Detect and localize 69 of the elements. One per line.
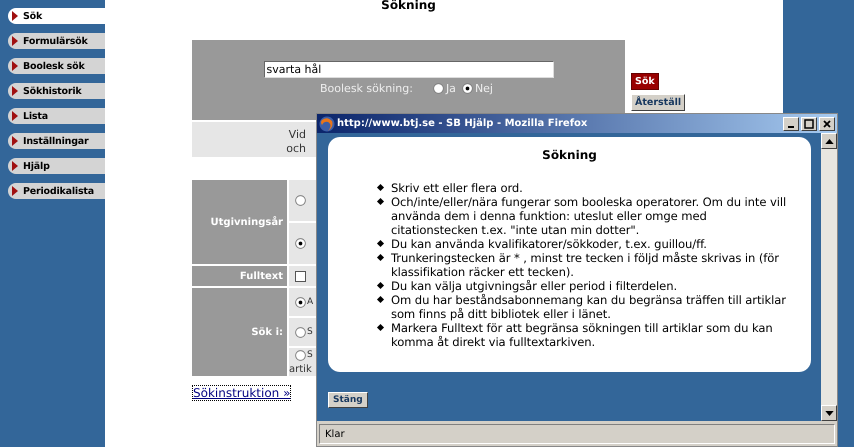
- radio-button[interactable]: [295, 195, 306, 206]
- bullet-icon: [376, 184, 384, 192]
- filter-label: Sök i:: [192, 288, 287, 376]
- maximize-icon: [804, 118, 814, 128]
- sidebar-item[interactable]: Periodikalista: [8, 183, 105, 199]
- minimize-button[interactable]: [783, 116, 799, 130]
- reset-button[interactable]: Återställ: [631, 94, 686, 111]
- radio-button[interactable]: [462, 83, 473, 94]
- maximize-button[interactable]: [801, 116, 817, 130]
- radio-label: Nej: [474, 82, 493, 95]
- radio-button[interactable]: [295, 296, 306, 308]
- help-text: Om du har beståndsabonnemang kan du begränsa träffen till artiklar som finns på ditt bibliotek eller i länet.: [391, 293, 787, 321]
- sidebar-item[interactable]: Sökhistorik: [8, 83, 105, 99]
- browser-logo-icon: [319, 116, 335, 132]
- triangle-icon: [12, 11, 18, 21]
- help-heading: Sökning: [541, 148, 598, 162]
- scroll-up-icon[interactable]: [821, 133, 837, 149]
- triangle-icon: [12, 36, 18, 46]
- help-text: Du kan välja utgivningsår eller period i filterdelen.: [391, 279, 678, 293]
- search-field[interactable]: svarta hål: [264, 61, 554, 78]
- checkbox[interactable]: [295, 270, 306, 282]
- help-text: Och/inte/eller/nära fungerar som booleska operatorer. Om du inte vill använda dem i denna funktion: uteslut eller omge med citationstecken t.ex. "inte utan min dotter".: [391, 195, 788, 237]
- help-text: Trunkeringstecken är * , minst tre tecken i följd måste skrivas in (för klassifikation räcker ett tecken).: [391, 251, 780, 279]
- notice-text: och: [285, 142, 306, 156]
- help-text: Skriv ett eller flera ord.: [391, 181, 523, 195]
- option-label: S: [307, 327, 313, 337]
- close-icon: [822, 118, 832, 128]
- bullet-icon: [376, 198, 384, 206]
- option-label: S: [307, 350, 313, 360]
- bullet-icon: [376, 324, 384, 332]
- triangle-icon: [12, 161, 18, 171]
- filter-label: Utgivningsår: [192, 180, 287, 264]
- scroll-down-icon[interactable]: [821, 405, 837, 421]
- option-label: A: [307, 297, 314, 307]
- triangle-icon: [12, 186, 18, 196]
- close-help-button[interactable]: Stäng: [328, 392, 368, 408]
- bullet-icon: [376, 254, 384, 262]
- sidebar-item[interactable]: Lista: [8, 108, 105, 124]
- bullet-icon: [376, 240, 384, 248]
- help-text: Du kan använda kvalifikatorer/sökkoder, t.ex. guillou/ff.: [391, 237, 707, 251]
- option-label: artik: [289, 364, 310, 374]
- minimize-icon: [788, 126, 794, 128]
- sidebar-item[interactable]: Hjälp: [8, 158, 105, 174]
- status-bar: Klar: [319, 424, 835, 444]
- radio-label: Ja: [446, 82, 456, 95]
- page-title: Sökning: [380, 0, 437, 14]
- triangle-icon: [12, 111, 18, 121]
- scrollbar[interactable]: [821, 133, 837, 421]
- radio-button[interactable]: [295, 350, 306, 360]
- bullet-icon: [376, 282, 384, 290]
- close-button[interactable]: [819, 116, 835, 130]
- triangle-icon: [12, 136, 18, 146]
- bullet-icon: [376, 296, 384, 304]
- instruction-link[interactable]: Sökinstruktion »: [192, 385, 292, 401]
- sidebar-item[interactable]: Inställningar: [8, 133, 105, 149]
- search-button[interactable]: Sök: [631, 73, 659, 90]
- filter-label: Fulltext: [192, 266, 287, 286]
- notice-text: Vid: [288, 128, 306, 142]
- sidebar-item[interactable]: Sök: [8, 8, 105, 24]
- radio-button[interactable]: [295, 238, 306, 249]
- window-title: http://www.btj.se - SB Hjälp - Mozilla Firefox: [337, 118, 588, 129]
- boolean-label: Boolesk sökning:: [320, 82, 413, 95]
- help-text: Markera Fulltext för att begränsa sökningen till artiklar som du kan komma åt direkt via fulltextarkiven.: [391, 321, 774, 349]
- triangle-icon: [12, 61, 18, 71]
- radio-button[interactable]: [432, 83, 444, 94]
- radio-button[interactable]: [295, 326, 306, 338]
- sidebar-item[interactable]: Formulärsök: [8, 33, 105, 49]
- triangle-icon: [12, 86, 18, 96]
- sidebar-item[interactable]: Boolesk sök: [8, 58, 105, 74]
